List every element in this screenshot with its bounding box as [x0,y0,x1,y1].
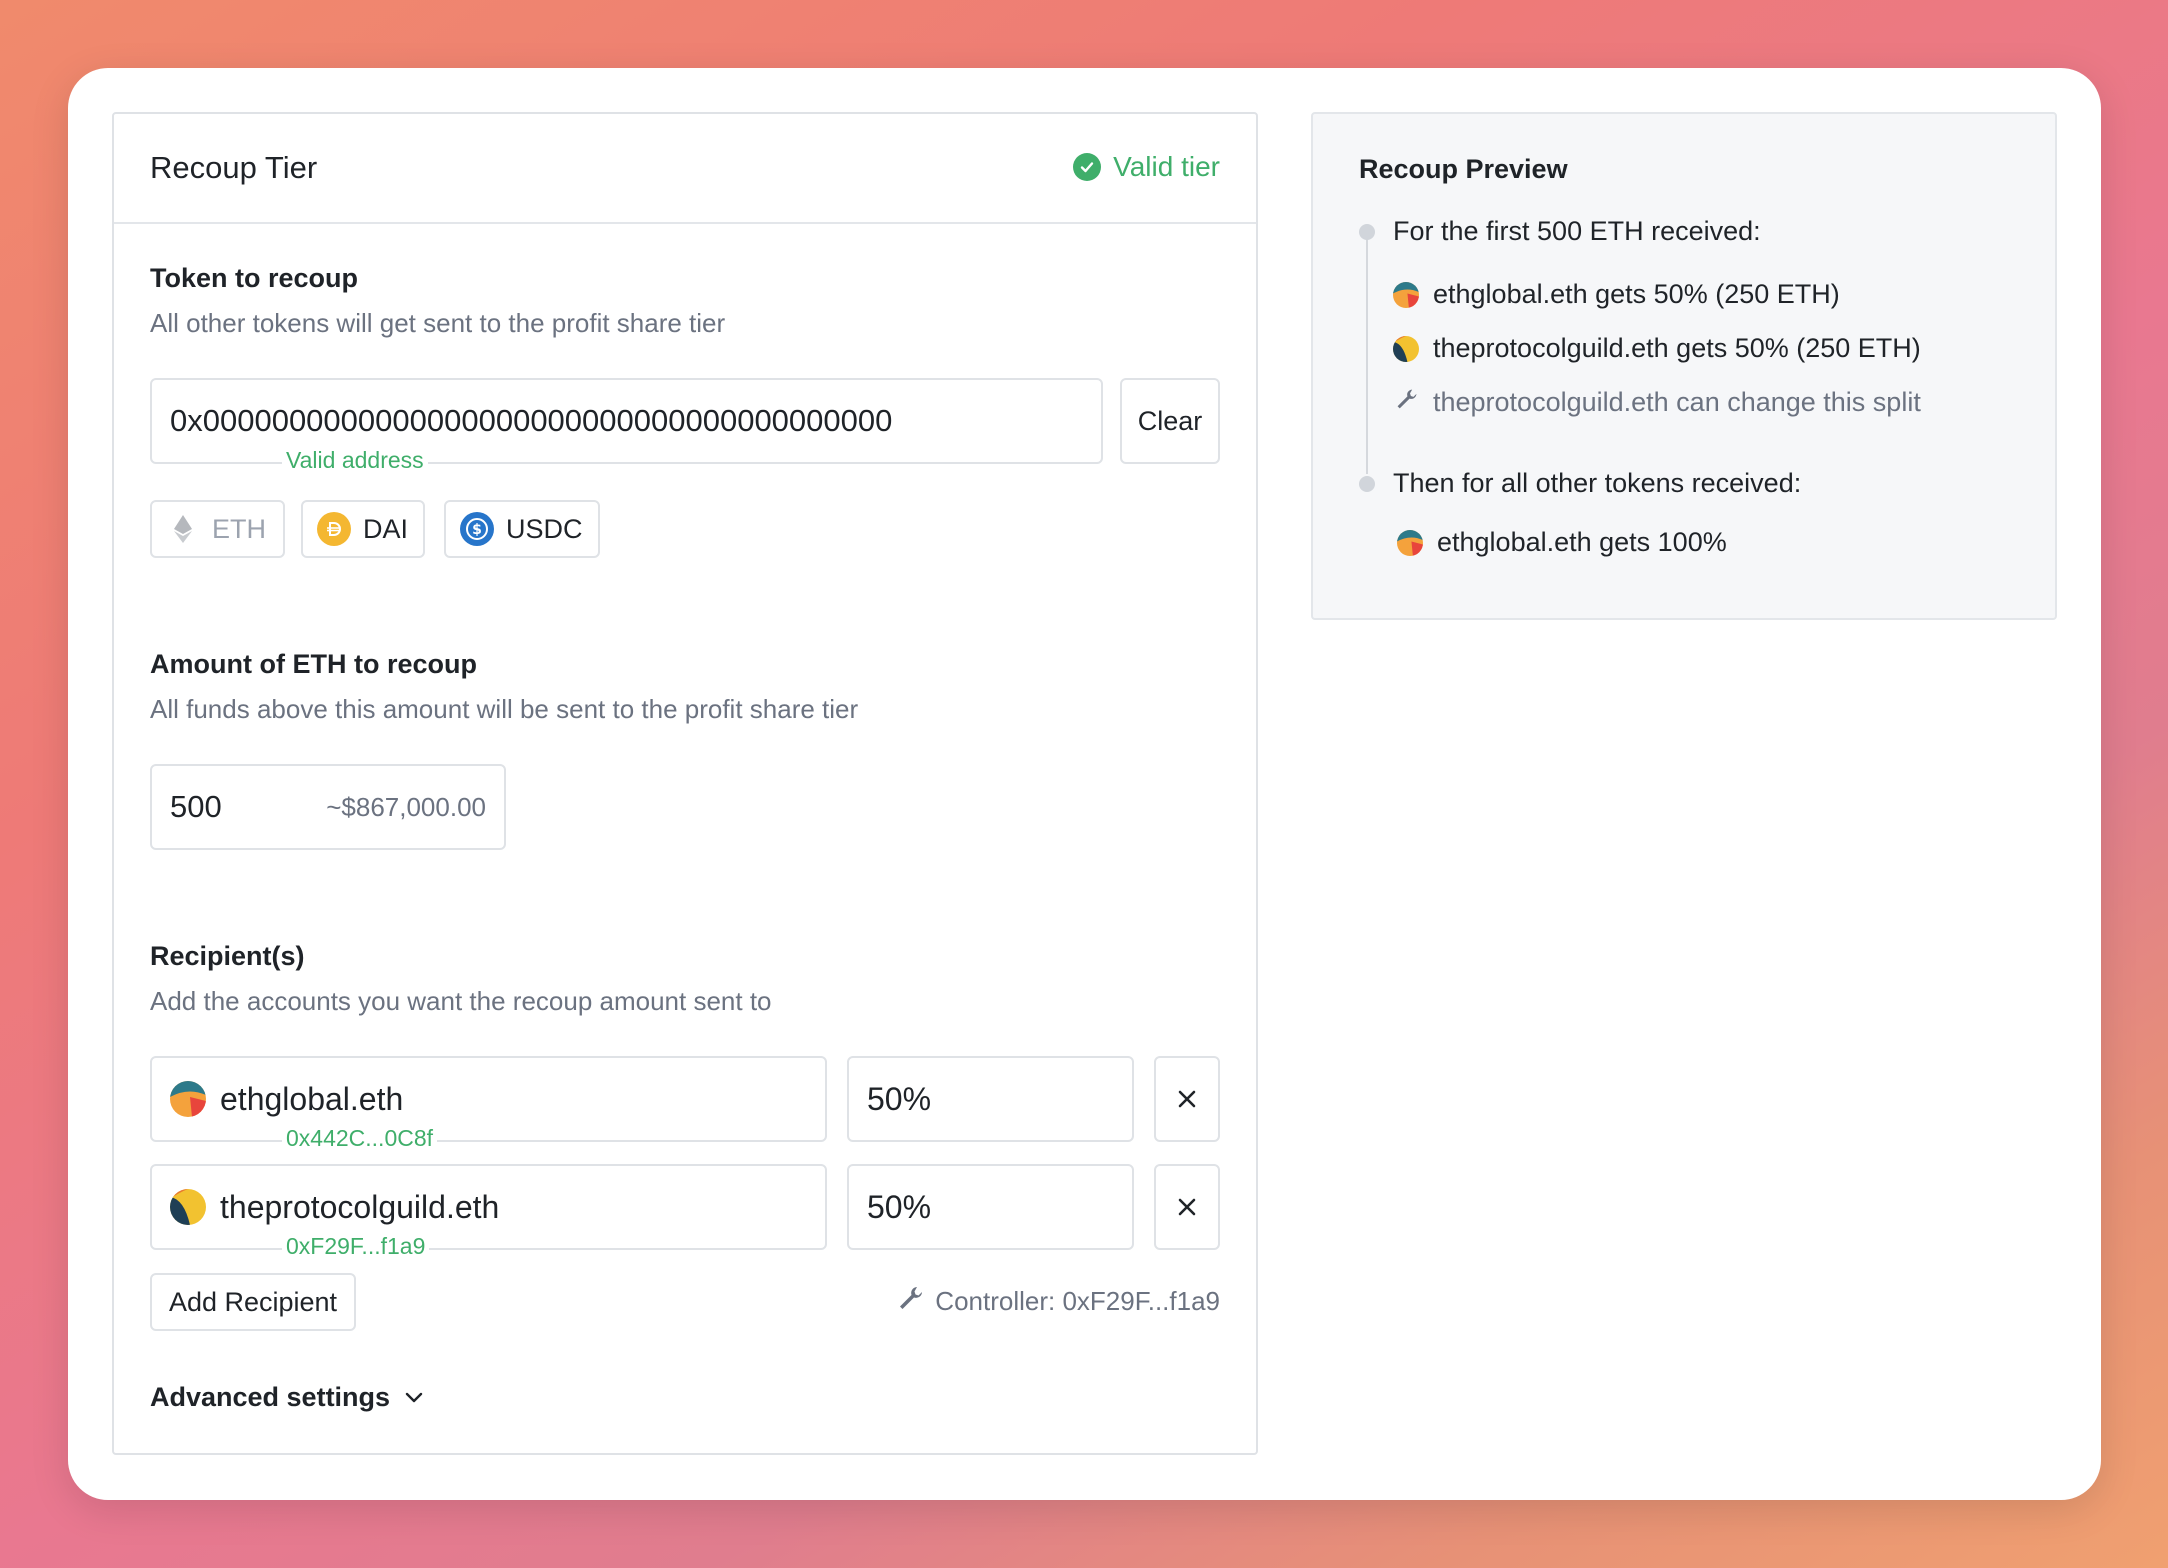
recipient-percent: 50% [867,1188,932,1225]
preview-then-heading: Then for all other tokens received: [1393,468,1801,499]
valid-tier-text: Valid tier [1113,151,1220,182]
preview-change-note: theprotocolguild.eth can change this spl… [1395,387,1921,418]
valid-tier-status: Valid tier [1073,151,1220,183]
recipients-label: Recipient(s) [150,941,305,971]
theprotocolguild-avatar-icon [170,1189,206,1225]
recipient-name: theprotocolguild.eth [220,1188,500,1225]
recoup-preview-panel: Recoup Preview For the first 500 ETH rec… [1311,112,2057,620]
eth-icon [166,512,200,546]
token-label: Token to recoup [150,263,359,293]
add-recipient-button[interactable]: Add Recipient [150,1273,356,1331]
token-chip-label: ETH [212,513,266,544]
controller-text: Controller: 0xF29F...f1a9 [935,1286,1220,1316]
remove-recipient-button[interactable] [1154,1056,1220,1142]
preview-line-text: ethglobal.eth gets 100% [1437,527,1727,557]
preview-first-heading: For the first 500 ETH received: [1393,216,1761,247]
wrench-icon [897,1284,925,1319]
preview-then-heading-text: Then for all other tokens received: [1393,468,1802,498]
ethglobal-avatar-icon [170,1081,206,1117]
token-description: All other tokens will get sent to the pr… [150,308,726,338]
token-chip-label: DAI [363,513,409,544]
preview-line: ethglobal.eth gets 50% (250 ETH) [1393,279,1840,310]
recipient-percent-input[interactable]: 50% [847,1164,1134,1250]
clear-button[interactable]: Clear [1120,378,1220,464]
close-icon [1178,1090,1196,1108]
recipient-name-input[interactable]: theprotocolguild.eth [150,1164,827,1250]
close-icon [1178,1198,1196,1216]
timeline-dot [1359,224,1375,240]
theprotocolguild-avatar-icon [1393,335,1419,362]
preview-line-text: theprotocolguild.eth gets 50% (250 ETH) [1433,333,1921,363]
amount-value: 500 [170,789,222,824]
preview-line: theprotocolguild.eth gets 50% (250 ETH) [1393,333,1921,364]
remove-recipient-button[interactable] [1154,1164,1220,1250]
ethglobal-avatar-icon [1397,529,1423,556]
main-card: Recoup Tier Valid tier Token to recoup A… [68,68,2101,1500]
usd-estimate: ~$867,000.00 [326,791,486,822]
valid-address-hint: Valid address [282,447,428,474]
token-chip-eth[interactable]: ETH [150,500,285,558]
recipient-name: ethglobal.eth [220,1080,404,1117]
token-chip-dai[interactable]: DAI [301,500,425,558]
advanced-settings-toggle[interactable]: Advanced settings [150,1382,424,1413]
recipient-percent: 50% [867,1080,932,1117]
check-circle-icon [1073,153,1102,181]
token-chip-usdc[interactable]: $ USDC [444,500,600,558]
tier-title: Recoup Tier [150,150,318,185]
timeline-line [1366,234,1368,474]
preview-title: Recoup Preview [1359,154,1568,184]
dai-icon [317,512,351,546]
preview-line: ethglobal.eth gets 100% [1397,527,1727,558]
wrench-icon [1395,387,1419,418]
svg-text:$: $ [472,522,482,538]
usdc-icon: $ [460,512,494,546]
amount-input[interactable]: 500 ~$867,000.00 [150,764,506,850]
timeline-dot [1359,476,1375,492]
preview-line-text: ethglobal.eth gets 50% (250 ETH) [1433,279,1840,309]
recipient-address: 0x442C...0C8f [282,1125,438,1152]
recoup-tier-panel: Recoup Tier Valid tier Token to recoup A… [112,112,1258,1455]
tier-header: Recoup Tier Valid tier [114,114,1256,224]
preview-first-heading-text: For the first 500 ETH received: [1393,216,1761,246]
recipient-name-input[interactable]: ethglobal.eth [150,1056,827,1142]
ethglobal-avatar-icon [1393,281,1419,308]
recipient-percent-input[interactable]: 50% [847,1056,1134,1142]
token-address-value: 0x00000000000000000000000000000000000000… [170,403,893,438]
controller-info: Controller: 0xF29F...f1a9 [897,1284,1220,1319]
preview-change-note-text: theprotocolguild.eth can change this spl… [1433,387,1921,417]
recipient-address: 0xF29F...f1a9 [282,1233,430,1260]
amount-label: Amount of ETH to recoup [150,649,477,679]
advanced-settings-label: Advanced settings [150,1382,391,1412]
amount-description: All funds above this amount will be sent… [150,694,859,724]
recipients-description: Add the accounts you want the recoup amo… [150,986,772,1016]
chevron-down-icon [405,1392,423,1402]
token-chip-label: USDC [506,513,583,544]
